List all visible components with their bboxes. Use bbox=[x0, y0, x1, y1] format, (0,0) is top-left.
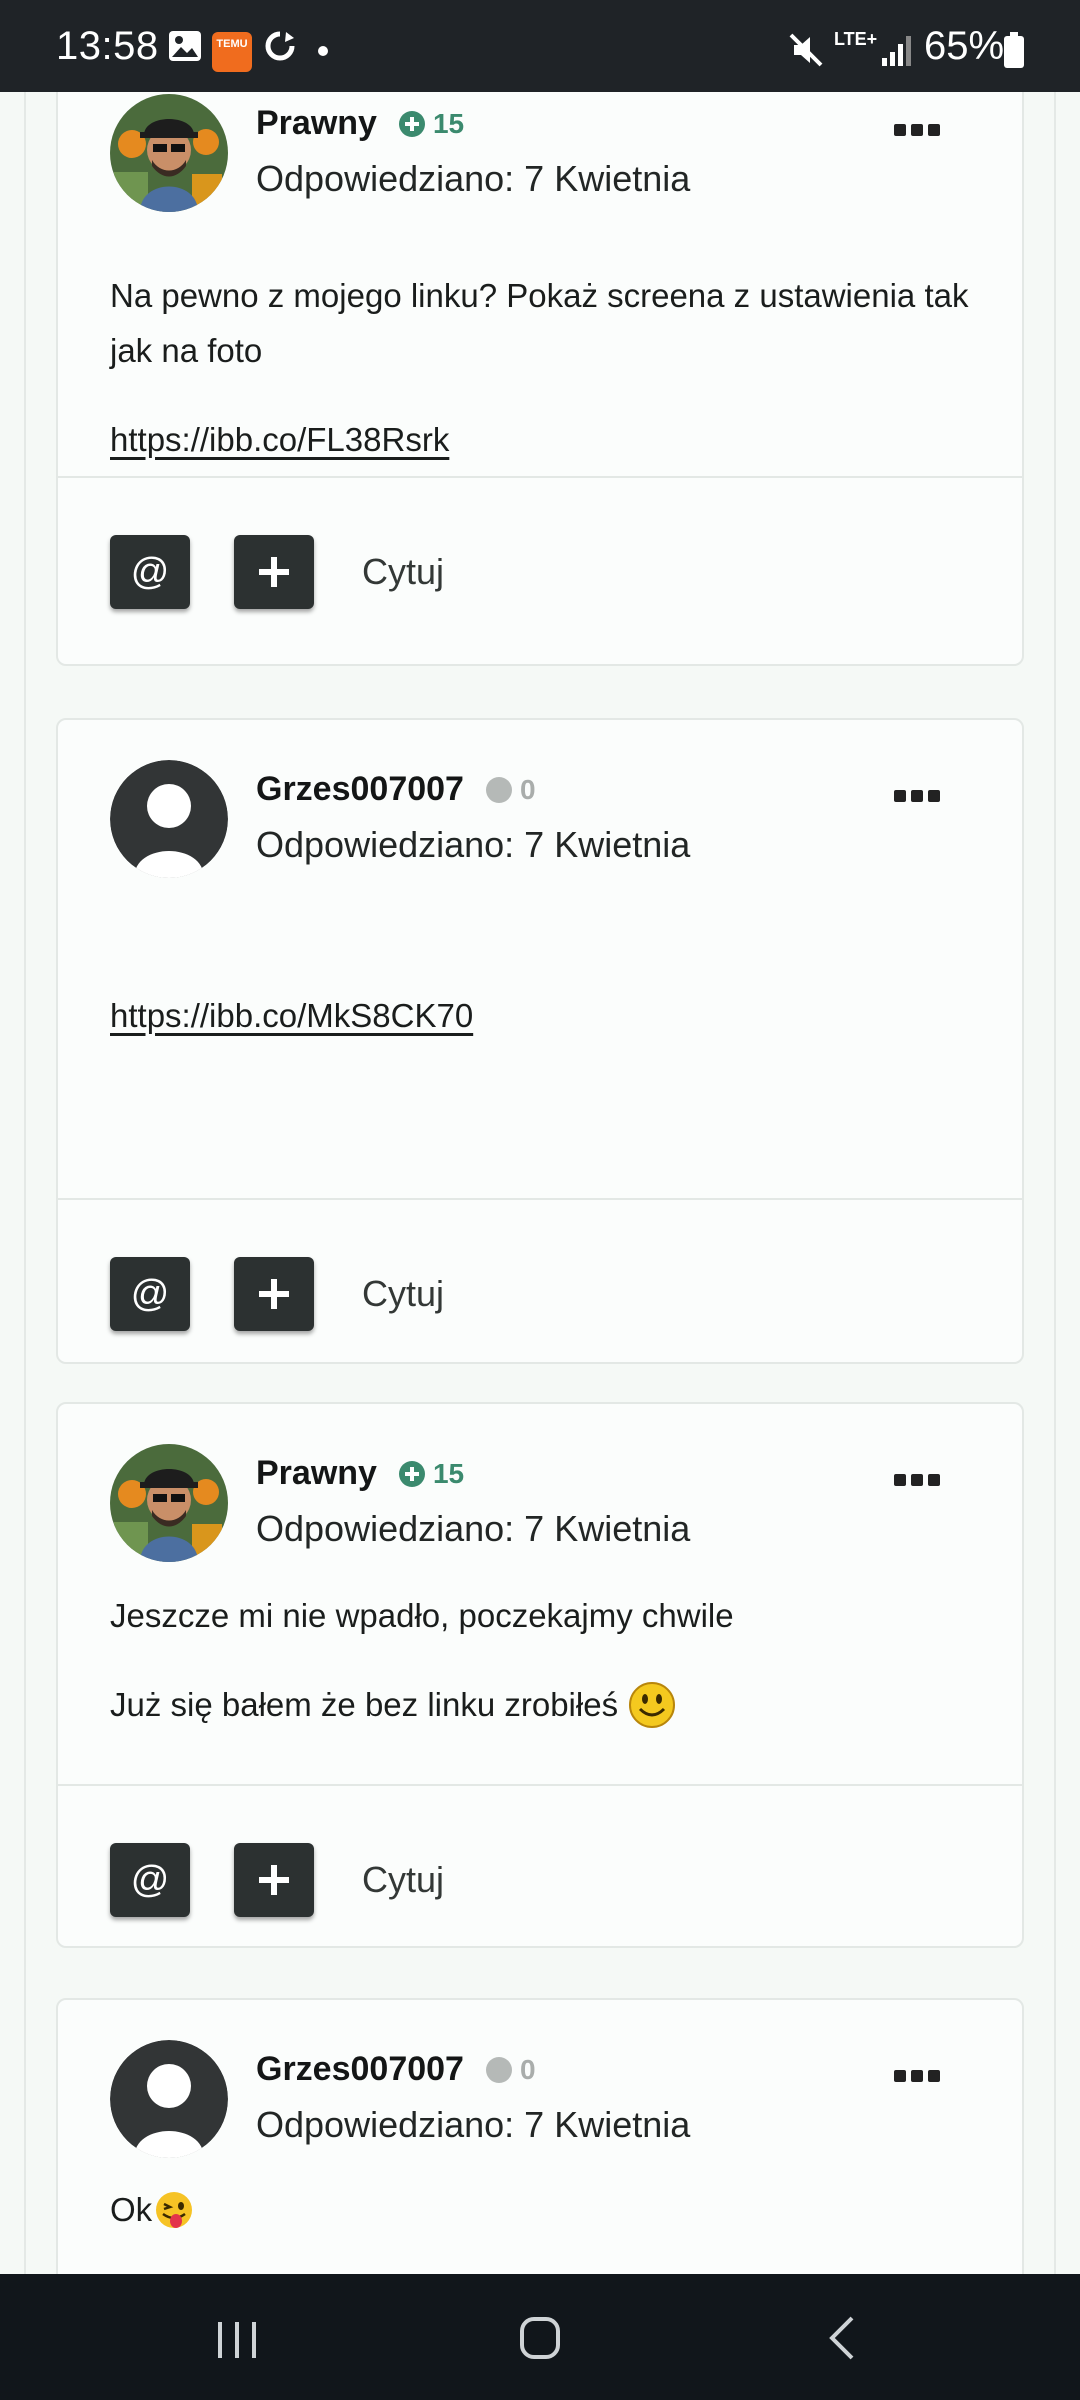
post-content: Ok bbox=[110, 2182, 970, 2237]
reputation-badge: 15 bbox=[398, 107, 465, 140]
post-controls: @ Cytuj bbox=[110, 1256, 444, 1332]
avatar[interactable] bbox=[110, 94, 228, 212]
forum-post: Grzes007007 0 Odpowiedziano: 7 Kwietnia … bbox=[56, 1998, 1024, 2274]
post-content: Jeszcze mi nie wpadło, poczekajmy chwile… bbox=[110, 1588, 970, 1732]
post-content: https://ibb.co/MkS8CK70 bbox=[110, 988, 970, 1043]
author-name[interactable]: Prawny bbox=[256, 104, 377, 143]
default-avatar-icon bbox=[110, 760, 228, 878]
mention-button[interactable]: @ bbox=[110, 1257, 190, 1331]
posted-date: Odpowiedziano: 7 Kwietnia bbox=[256, 1508, 691, 1549]
reputation-count: 0 bbox=[519, 2053, 536, 2085]
forum-post: Prawny 15 Odpowiedziano: 7 Kwietnia Na p… bbox=[56, 92, 1024, 666]
tongue-wink-emoji-icon bbox=[156, 2191, 193, 2228]
author-line: Grzes007007 0 bbox=[256, 770, 536, 809]
quote-button[interactable]: Cytuj bbox=[362, 1273, 444, 1315]
multiquote-button[interactable] bbox=[234, 1843, 314, 1917]
default-avatar-icon bbox=[110, 2040, 228, 2158]
recent-apps-icon[interactable] bbox=[202, 2304, 272, 2370]
bitcoin-character-avatar-icon bbox=[110, 1444, 228, 1562]
divider bbox=[58, 1784, 1022, 1786]
gallery-icon bbox=[169, 31, 201, 61]
reputation-count: 0 bbox=[519, 773, 536, 805]
author-name[interactable]: Grzes007007 bbox=[256, 770, 464, 809]
more-options-icon[interactable] bbox=[894, 124, 940, 140]
posted-date: Odpowiedziano: 7 Kwietnia bbox=[256, 158, 691, 199]
post-controls: @ Cytuj bbox=[110, 1842, 444, 1918]
status-bar: 13:58 TEMU LTE+ 65% bbox=[0, 0, 1080, 92]
battery-icon bbox=[1004, 32, 1024, 68]
post-controls: @ Cytuj bbox=[110, 534, 444, 610]
post-paragraph: Już się bałem że bez linku zrobiłeś bbox=[110, 1686, 619, 1723]
mention-button[interactable]: @ bbox=[110, 535, 190, 609]
reputation-badge: 0 bbox=[485, 2053, 536, 2086]
bitcoin-character-avatar-icon bbox=[110, 94, 228, 212]
multiquote-button[interactable] bbox=[234, 535, 314, 609]
divider bbox=[58, 1198, 1022, 1200]
multiquote-button[interactable] bbox=[234, 1257, 314, 1331]
mention-label: @ bbox=[130, 1272, 170, 1315]
more-options-icon[interactable] bbox=[894, 790, 940, 806]
posted-date: Odpowiedziano: 7 Kwietnia bbox=[256, 2104, 691, 2145]
signal-icon bbox=[882, 36, 911, 66]
posted-date: Odpowiedziano: 7 Kwietnia bbox=[256, 824, 691, 865]
smile-emoji-icon bbox=[629, 1681, 676, 1728]
quote-button[interactable]: Cytuj bbox=[362, 1859, 444, 1901]
mention-label: @ bbox=[130, 1858, 170, 1901]
temu-app-icon: TEMU bbox=[212, 32, 252, 72]
status-time: 13:58 bbox=[56, 24, 159, 68]
avatar[interactable] bbox=[110, 1444, 228, 1562]
post-link[interactable]: https://ibb.co/MkS8CK70 bbox=[110, 997, 473, 1034]
post-paragraph: Ok bbox=[110, 2191, 153, 2228]
plus-circle-icon bbox=[398, 1460, 425, 1487]
quote-button[interactable]: Cytuj bbox=[362, 551, 444, 593]
system-nav-bar bbox=[0, 2274, 1080, 2400]
more-options-icon[interactable] bbox=[894, 1474, 940, 1490]
neutral-circle-icon bbox=[485, 2056, 512, 2083]
forum-thread[interactable]: Prawny 15 Odpowiedziano: 7 Kwietnia Na p… bbox=[0, 92, 1080, 2274]
neutral-circle-icon bbox=[485, 776, 512, 803]
plus-circle-icon bbox=[398, 110, 425, 137]
reputation-count: 15 bbox=[432, 107, 465, 139]
forum-post: Prawny 15 Odpowiedziano: 7 Kwietnia Jesz… bbox=[56, 1402, 1024, 1948]
back-icon[interactable] bbox=[808, 2304, 878, 2370]
battery-percentage: 65% bbox=[924, 24, 1005, 68]
home-icon[interactable] bbox=[505, 2304, 575, 2370]
author-line: Prawny 15 bbox=[256, 104, 464, 143]
sync-icon bbox=[265, 31, 295, 61]
avatar[interactable] bbox=[110, 760, 228, 878]
author-name[interactable]: Grzes007007 bbox=[256, 2050, 464, 2089]
temu-label: TEMU bbox=[216, 38, 248, 50]
post-paragraph: Jeszcze mi nie wpadło, poczekajmy chwile bbox=[110, 1597, 734, 1634]
reputation-badge: 15 bbox=[398, 1457, 465, 1490]
reputation-count: 15 bbox=[432, 1457, 465, 1489]
divider bbox=[58, 476, 1022, 478]
post-content: Na pewno z mojego linku? Pokaż screena z… bbox=[110, 268, 970, 467]
post-link[interactable]: https://ibb.co/FL38Rsrk bbox=[110, 421, 449, 458]
lte-icon: LTE+ bbox=[834, 29, 878, 49]
mention-button[interactable]: @ bbox=[110, 1843, 190, 1917]
post-paragraph: Na pewno z mojego linku? Pokaż screena z… bbox=[110, 277, 969, 369]
author-name[interactable]: Prawny bbox=[256, 1454, 377, 1493]
more-options-icon[interactable] bbox=[894, 2070, 940, 2086]
avatar[interactable] bbox=[110, 2040, 228, 2158]
mention-label: @ bbox=[130, 550, 170, 593]
author-line: Grzes007007 0 bbox=[256, 2050, 536, 2089]
forum-post: Grzes007007 0 Odpowiedziano: 7 Kwietnia … bbox=[56, 718, 1024, 1364]
reputation-badge: 0 bbox=[485, 773, 536, 806]
notification-dot-icon bbox=[318, 46, 328, 56]
author-line: Prawny 15 bbox=[256, 1454, 464, 1493]
mute-icon bbox=[789, 33, 823, 67]
